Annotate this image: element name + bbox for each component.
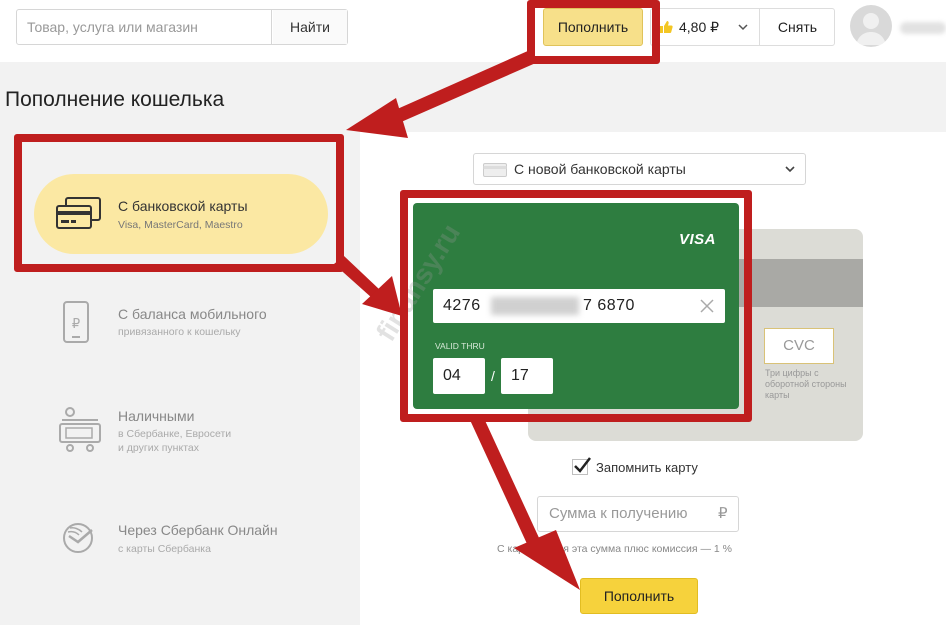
thumb-up-icon	[660, 21, 673, 33]
sberbank-icon	[63, 523, 93, 553]
search-button[interactable]: Найти	[273, 10, 347, 44]
highlight-topup-button	[527, 0, 660, 64]
method-cash[interactable]: Наличными в Сбербанке, Евросети и других…	[52, 402, 342, 458]
highlight-bank-card-option	[14, 134, 344, 272]
chevron-down-icon	[785, 166, 795, 173]
search-bar: Найти	[16, 9, 348, 45]
svg-text:₽: ₽	[72, 317, 80, 332]
search-input[interactable]	[17, 10, 272, 44]
method-subtitle: с карты Сбербанка	[118, 543, 211, 555]
card-select-value: С новой банковской карты	[514, 161, 686, 177]
avatar[interactable]	[850, 5, 892, 47]
remember-card-label[interactable]: Запомнить карту	[596, 460, 698, 475]
method-mobile[interactable]: ₽ С баланса мобильного привязанного к ко…	[52, 298, 342, 348]
balance-value[interactable]: 4,80 ₽	[679, 9, 719, 45]
username-blurred	[900, 22, 946, 34]
method-title: Наличными	[118, 408, 195, 424]
balance-box: 4,80 ₽ Снять	[650, 8, 835, 46]
method-subtitle-2: и других пунктах	[118, 442, 199, 454]
terminal-icon	[59, 407, 101, 452]
mobile-phone-icon: ₽	[63, 301, 89, 343]
method-title: С баланса мобильного	[118, 306, 267, 322]
withdraw-button[interactable]: Снять	[759, 9, 835, 45]
amount-input[interactable]: Сумма к получению ₽	[537, 496, 739, 532]
user-icon	[856, 13, 886, 45]
ruble-icon: ₽	[718, 505, 728, 522]
chevron-down-icon[interactable]	[737, 21, 749, 33]
method-title: Через Сбербанк Онлайн	[118, 522, 278, 538]
cvc-input[interactable]: CVC	[764, 328, 834, 364]
highlight-card-form	[400, 190, 752, 422]
submit-topup-button[interactable]: Пополнить	[580, 578, 698, 614]
checkmark-icon	[574, 457, 591, 473]
method-sberbank-online[interactable]: Через Сбербанк Онлайн с карты Сбербанка	[52, 516, 342, 566]
card-mini-icon	[483, 163, 507, 177]
method-subtitle: привязанного к кошельку	[118, 326, 241, 338]
method-subtitle: в Сбербанке, Евросети	[118, 428, 232, 440]
card-select[interactable]: С новой банковской карты	[473, 153, 806, 185]
page-title: Пополнение кошелька	[5, 88, 225, 111]
cvc-hint: Три цифры с оборотной стороны карты	[765, 368, 847, 400]
remember-card-checkbox[interactable]	[572, 457, 591, 475]
amount-placeholder: Сумма к получению	[549, 505, 688, 522]
commission-note: С карты ...ется эта сумма плюс комиссия …	[497, 543, 732, 555]
